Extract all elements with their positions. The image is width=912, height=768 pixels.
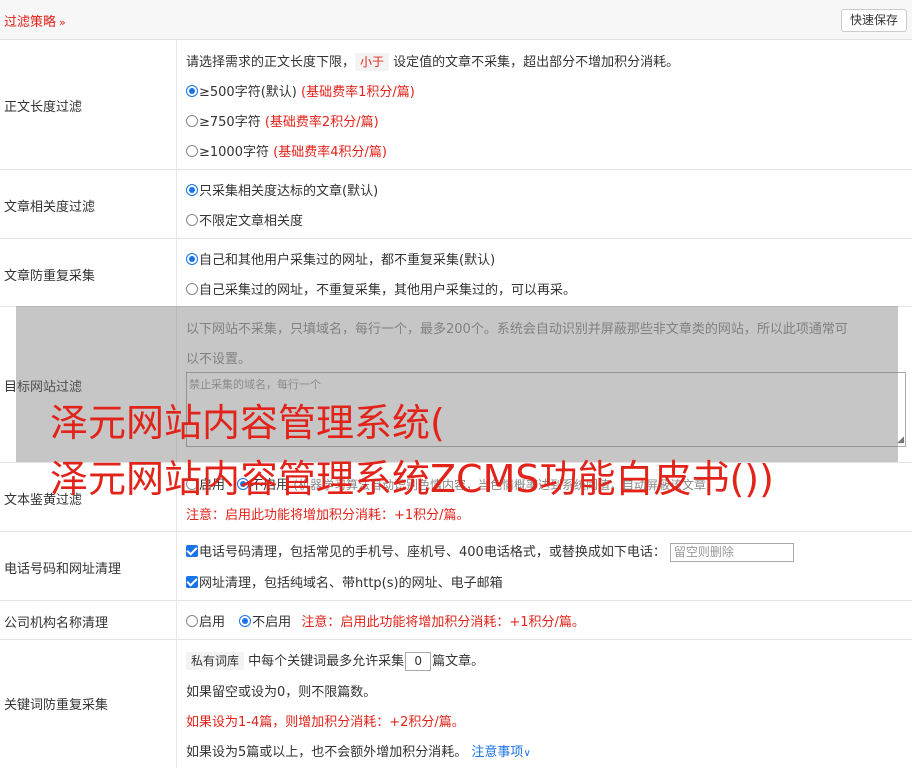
keyword-dedupe-label: 关键词防重复采集 xyxy=(4,698,109,713)
relevance-option-1[interactable]: 只采集相关度达标的文章(默认) xyxy=(186,180,378,199)
option-text: 不限定文章相关度 xyxy=(199,214,304,229)
keyword-line2: 如果留空或设为0，则不限篇数。 xyxy=(186,685,377,700)
filter-strategy-toggle[interactable]: 过滤策略» xyxy=(4,11,66,30)
option-text: ≥1000字符 xyxy=(199,145,269,160)
double-chevron-down-icon: » xyxy=(59,16,66,29)
radio-button[interactable] xyxy=(186,253,198,265)
length-option-1000[interactable]: ≥1000字符 (基础费率4积分/篇) xyxy=(186,141,387,160)
keyword-limit-input[interactable]: 0 xyxy=(405,652,432,671)
option-text: 自己采集过的网址，不重复采集，其他用户采集过的，可以再采。 xyxy=(199,283,577,298)
dedupe-label: 文章防重复采集 xyxy=(4,269,96,284)
length-option-500[interactable]: ≥500字符(默认) (基础费率1积分/篇) xyxy=(186,81,415,100)
option-text: 电话号码清理，包括常见的手机号、座机号、400电话格式，或替换成如下电话： xyxy=(199,545,666,560)
option-text: 自己和其他用户采集过的网址，都不重复采集(默认) xyxy=(199,253,496,268)
option-text: 不启用 xyxy=(252,615,292,630)
input-placeholder: 留空则删除 xyxy=(673,545,734,559)
option-text: ≥750字符 xyxy=(199,115,261,130)
resize-handle-icon[interactable]: ◢ xyxy=(897,436,904,445)
radio-button[interactable] xyxy=(186,184,198,196)
option-note: (基础费率2积分/篇) xyxy=(264,115,379,130)
radio-button[interactable] xyxy=(186,115,198,127)
keyword-line4: 如果设为5篇或以上，也不会额外增加积分消耗。 注意事项∨ xyxy=(186,741,531,760)
notes-link-text: 注意事项 xyxy=(471,745,524,760)
phone-cleanup-option[interactable]: 电话号码清理，包括常见的手机号、座机号、400电话格式，或替换成如下电话： 留空则… xyxy=(186,541,794,562)
filter-header: 过滤策略» 快速保存 xyxy=(0,0,912,40)
company-cleanup-label: 公司机构名称清理 xyxy=(4,616,109,631)
watermark-line1: 泽元网站内容管理系统( xyxy=(50,401,445,445)
private-lexicon-tag[interactable]: 私有词库 xyxy=(186,652,245,670)
length-filter-label: 正文长度过滤 xyxy=(4,100,83,115)
option-text: 网址清理，包括纯域名、带http(s)的网址、电子邮箱 xyxy=(199,576,503,591)
keyword-text-after: 篇文章。 xyxy=(432,654,485,669)
checkbox[interactable] xyxy=(186,545,198,557)
length-option-750[interactable]: ≥750字符 (基础费率2积分/篇) xyxy=(186,111,379,130)
keyword-line3: 如果设为1-4篇，则增加积分消耗：+2积分/篇。 xyxy=(186,715,465,730)
header-title: 过滤策略 xyxy=(4,15,57,30)
radio-button[interactable] xyxy=(186,214,198,226)
option-note: (基础费率1积分/篇) xyxy=(301,85,415,100)
row-relevance-filter: 文章相关度过滤 xyxy=(0,170,912,239)
relevance-filter-label: 文章相关度过滤 xyxy=(4,200,96,215)
replacement-phone-input[interactable]: 留空则删除 xyxy=(669,543,794,562)
phone-cleanup-label: 电话号码和网址清理 xyxy=(4,562,122,577)
radio-button[interactable] xyxy=(186,283,198,295)
company-options: 启用 不启用 注意：启用此功能将增加积分消耗：+1积分/篇。 xyxy=(186,611,585,630)
radio-button[interactable] xyxy=(186,85,198,97)
company-note: 注意：启用此功能将增加积分消耗：+1积分/篇。 xyxy=(301,615,585,630)
watermark-line2: 泽元网站内容管理系统ZCMS功能白皮书()) xyxy=(50,457,774,501)
option-text: 只采集相关度达标的文章(默认) xyxy=(199,184,379,199)
option-text: ≥500字符(默认) xyxy=(199,85,297,100)
keyword-line4-text: 如果设为5篇或以上，也不会额外增加积分消耗。 xyxy=(186,745,468,760)
less-than-tag: 小于 xyxy=(355,53,390,71)
keyword-text-before: 中每个关键词最多允许采集 xyxy=(248,654,405,669)
option-text: 启用 xyxy=(199,615,226,630)
chevron-down-icon: ∨ xyxy=(523,748,531,759)
company-enable-radio[interactable] xyxy=(186,615,198,627)
relevance-option-2[interactable]: 不限定文章相关度 xyxy=(186,210,303,229)
dedupe-option-1[interactable]: 自己和其他用户采集过的网址，都不重复采集(默认) xyxy=(186,249,495,268)
porn-note: 注意：启用此功能将增加积分消耗：+1积分/篇。 xyxy=(186,508,470,523)
checkbox[interactable] xyxy=(186,576,198,588)
keyword-limit: 私有词库 中每个关键词最多允许采集 0 篇文章。 xyxy=(186,650,484,671)
company-disable-radio[interactable] xyxy=(239,615,252,627)
length-desc-before: 请选择需求的正文长度下限， xyxy=(186,55,356,70)
notes-link[interactable]: 注意事项∨ xyxy=(471,745,530,760)
radio-button[interactable] xyxy=(186,145,198,157)
option-note: (基础费率4积分/篇) xyxy=(273,145,387,160)
url-cleanup-option[interactable]: 网址清理，包括纯域名、带http(s)的网址、电子邮箱 xyxy=(186,572,503,591)
dedupe-option-2[interactable]: 自己采集过的网址，不重复采集，其他用户采集过的，可以再采。 xyxy=(186,279,576,298)
quick-save-button[interactable]: 快速保存 xyxy=(840,9,907,32)
length-desc-after: 设定值的文章不采集，超出部分不增加积分消耗。 xyxy=(393,55,680,70)
length-desc: 请选择需求的正文长度下限， 小于 设定值的文章不采集，超出部分不增加积分消耗。 xyxy=(186,51,679,71)
